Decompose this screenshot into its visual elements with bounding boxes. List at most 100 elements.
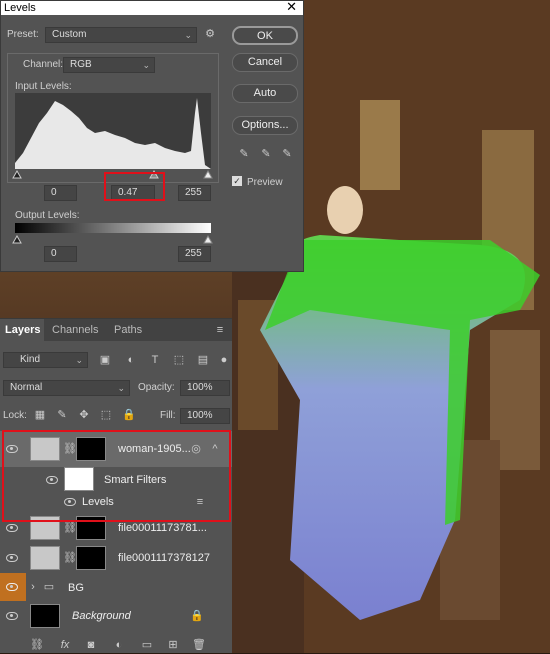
output-white-value: 255 — [185, 248, 202, 259]
layer-mask-thumbnail[interactable] — [76, 516, 106, 540]
adjustment-layer-icon[interactable]: ◐ — [112, 638, 126, 652]
link-icon: ⛓ — [63, 522, 77, 534]
layer-thumbnail — [30, 546, 60, 570]
layer-name[interactable]: BG — [68, 582, 84, 594]
smart-filters-row[interactable]: Smart Filters — [0, 467, 232, 491]
lock-transparent-icon[interactable]: ▦ — [34, 408, 46, 422]
eye-icon[interactable] — [6, 583, 18, 591]
tab-layers[interactable]: Layers — [0, 319, 44, 341]
preview-label: Preview — [247, 177, 283, 188]
eye-icon[interactable] — [64, 498, 76, 506]
levels-filter-row[interactable]: Levels ≡ — [0, 493, 232, 511]
black-eyedropper-icon[interactable]: ✎ — [237, 147, 251, 161]
lock-icon: 🔒 — [190, 610, 204, 622]
input-white-value: 255 — [185, 187, 202, 198]
lock-brush-icon[interactable]: ✎ — [56, 408, 68, 422]
layer-row-file2[interactable]: ⛓ file0001117378127 — [0, 543, 232, 573]
layer-name[interactable]: file0001117378127 — [118, 552, 210, 564]
channel-value: RGB — [70, 59, 92, 70]
layer-thumbnail — [30, 516, 60, 540]
layer-mask-thumbnail[interactable] — [76, 546, 106, 570]
input-black-field[interactable]: 0 — [44, 185, 77, 201]
input-white-field[interactable]: 255 — [178, 185, 211, 201]
close-icon[interactable]: ✕ — [286, 0, 297, 14]
tab-channels[interactable]: Channels — [52, 319, 98, 341]
link-icon: ⛓ — [63, 443, 77, 455]
fill-field[interactable]: 100% — [180, 408, 230, 424]
chevron-down-icon: ⌄ — [184, 30, 192, 40]
output-sliders[interactable] — [11, 234, 215, 244]
fill-value: 100% — [187, 410, 213, 421]
add-mask-icon[interactable]: ◙ — [84, 638, 98, 652]
output-levels-label: Output Levels: — [15, 210, 80, 221]
preview-checkbox[interactable]: ✓ — [232, 176, 242, 186]
chevron-right-icon[interactable]: › — [28, 580, 38, 594]
cancel-button[interactable]: Cancel — [232, 53, 298, 72]
panel-tabbar: Layers Channels Paths ≡ — [0, 319, 232, 341]
output-black-field[interactable]: 0 — [44, 246, 77, 262]
filter-toggle-icon[interactable]: ● — [218, 353, 230, 367]
link-icon: ⛓ — [63, 552, 77, 564]
layer-row-bg-group[interactable]: › ▭ BG — [0, 573, 232, 601]
link-layers-icon[interactable]: ⛓ — [30, 638, 44, 652]
auto-button[interactable]: Auto — [232, 84, 298, 103]
blend-mode-value: Normal — [10, 382, 43, 393]
gray-eyedropper-icon[interactable]: ✎ — [259, 147, 273, 161]
lock-all-icon[interactable]: 🔒 — [122, 408, 136, 422]
lock-artboard-icon[interactable]: ⬚ — [100, 408, 112, 422]
layer-thumbnail — [30, 437, 60, 461]
gear-icon[interactable]: ⚙ — [203, 27, 217, 41]
chevron-down-icon: ⌄ — [75, 355, 83, 365]
filter-pixel-icon[interactable]: ▣ — [98, 353, 112, 367]
layer-name[interactable]: woman-1905... — [118, 443, 191, 455]
opacity-field[interactable]: 100% — [180, 380, 230, 396]
options-button[interactable]: Options... — [232, 116, 298, 135]
eye-icon[interactable] — [6, 554, 18, 562]
output-white-field[interactable]: 255 — [178, 246, 211, 262]
lock-label: Lock: — [3, 410, 27, 421]
filter-kind-value: Kind — [20, 354, 41, 365]
panel-menu-icon[interactable]: ≡ — [214, 323, 226, 337]
filter-blending-options-icon[interactable]: ≡ — [194, 495, 206, 509]
trash-icon[interactable]: 🗑 — [192, 638, 206, 652]
input-black-value: 0 — [51, 187, 57, 198]
layer-row-background[interactable]: Background 🔒 — [0, 601, 232, 631]
chevron-down-icon: ⌄ — [142, 60, 150, 70]
fx-icon[interactable]: fx — [58, 638, 72, 652]
filter-type-icon[interactable]: T — [148, 353, 162, 367]
smart-filter-mask-thumbnail[interactable] — [64, 467, 94, 491]
tab-paths[interactable]: Paths — [114, 319, 142, 341]
filter-kind-select[interactable]: Kind ⌄ — [3, 352, 88, 368]
levels-filter-label: Levels — [82, 496, 114, 508]
ok-button[interactable]: OK — [232, 26, 298, 45]
filter-smartobject-icon[interactable]: ▤ — [196, 353, 210, 367]
channel-select[interactable]: RGB ⌄ — [63, 57, 155, 73]
chevron-down-icon: ⌄ — [117, 383, 125, 393]
filter-adjustment-icon[interactable]: ◐ — [124, 353, 138, 367]
layer-row-woman[interactable]: ⛓ woman-1905... ◎ ^ — [0, 431, 232, 467]
layer-thumbnail — [30, 604, 60, 628]
histogram — [15, 93, 211, 169]
layer-name[interactable]: file00011173781... — [118, 522, 207, 534]
new-layer-icon[interactable]: ⊞ — [166, 638, 180, 652]
lock-move-icon[interactable]: ✥ — [78, 408, 90, 422]
layers-panel: Layers Channels Paths ≡ Kind ⌄ ▣ ◐ T ⬚ ▤… — [0, 318, 232, 653]
eye-icon[interactable] — [6, 445, 18, 453]
new-group-icon[interactable]: ▭ — [140, 638, 154, 652]
chevron-up-icon[interactable]: ^ — [210, 442, 220, 456]
layer-name[interactable]: Background — [72, 610, 131, 622]
blend-mode-select[interactable]: Normal ⌄ — [3, 380, 130, 396]
layers-footer: ⛓ fx ◙ ◐ ▭ ⊞ 🗑 — [0, 637, 232, 654]
white-eyedropper-icon[interactable]: ✎ — [280, 147, 294, 161]
eye-icon[interactable] — [46, 476, 58, 484]
smart-filters-label: Smart Filters — [104, 474, 167, 486]
output-gradient — [15, 223, 211, 233]
eye-icon[interactable] — [6, 612, 18, 620]
layer-row-file1[interactable]: ⛓ file00011173781... — [0, 513, 232, 543]
eye-icon[interactable] — [6, 524, 18, 532]
layer-mask-thumbnail[interactable] — [76, 437, 106, 461]
preset-select[interactable]: Custom ⌄ — [45, 27, 197, 43]
opacity-value: 100% — [187, 382, 213, 393]
filter-shape-icon[interactable]: ⬚ — [172, 353, 186, 367]
preset-label: Preset: — [7, 29, 39, 40]
